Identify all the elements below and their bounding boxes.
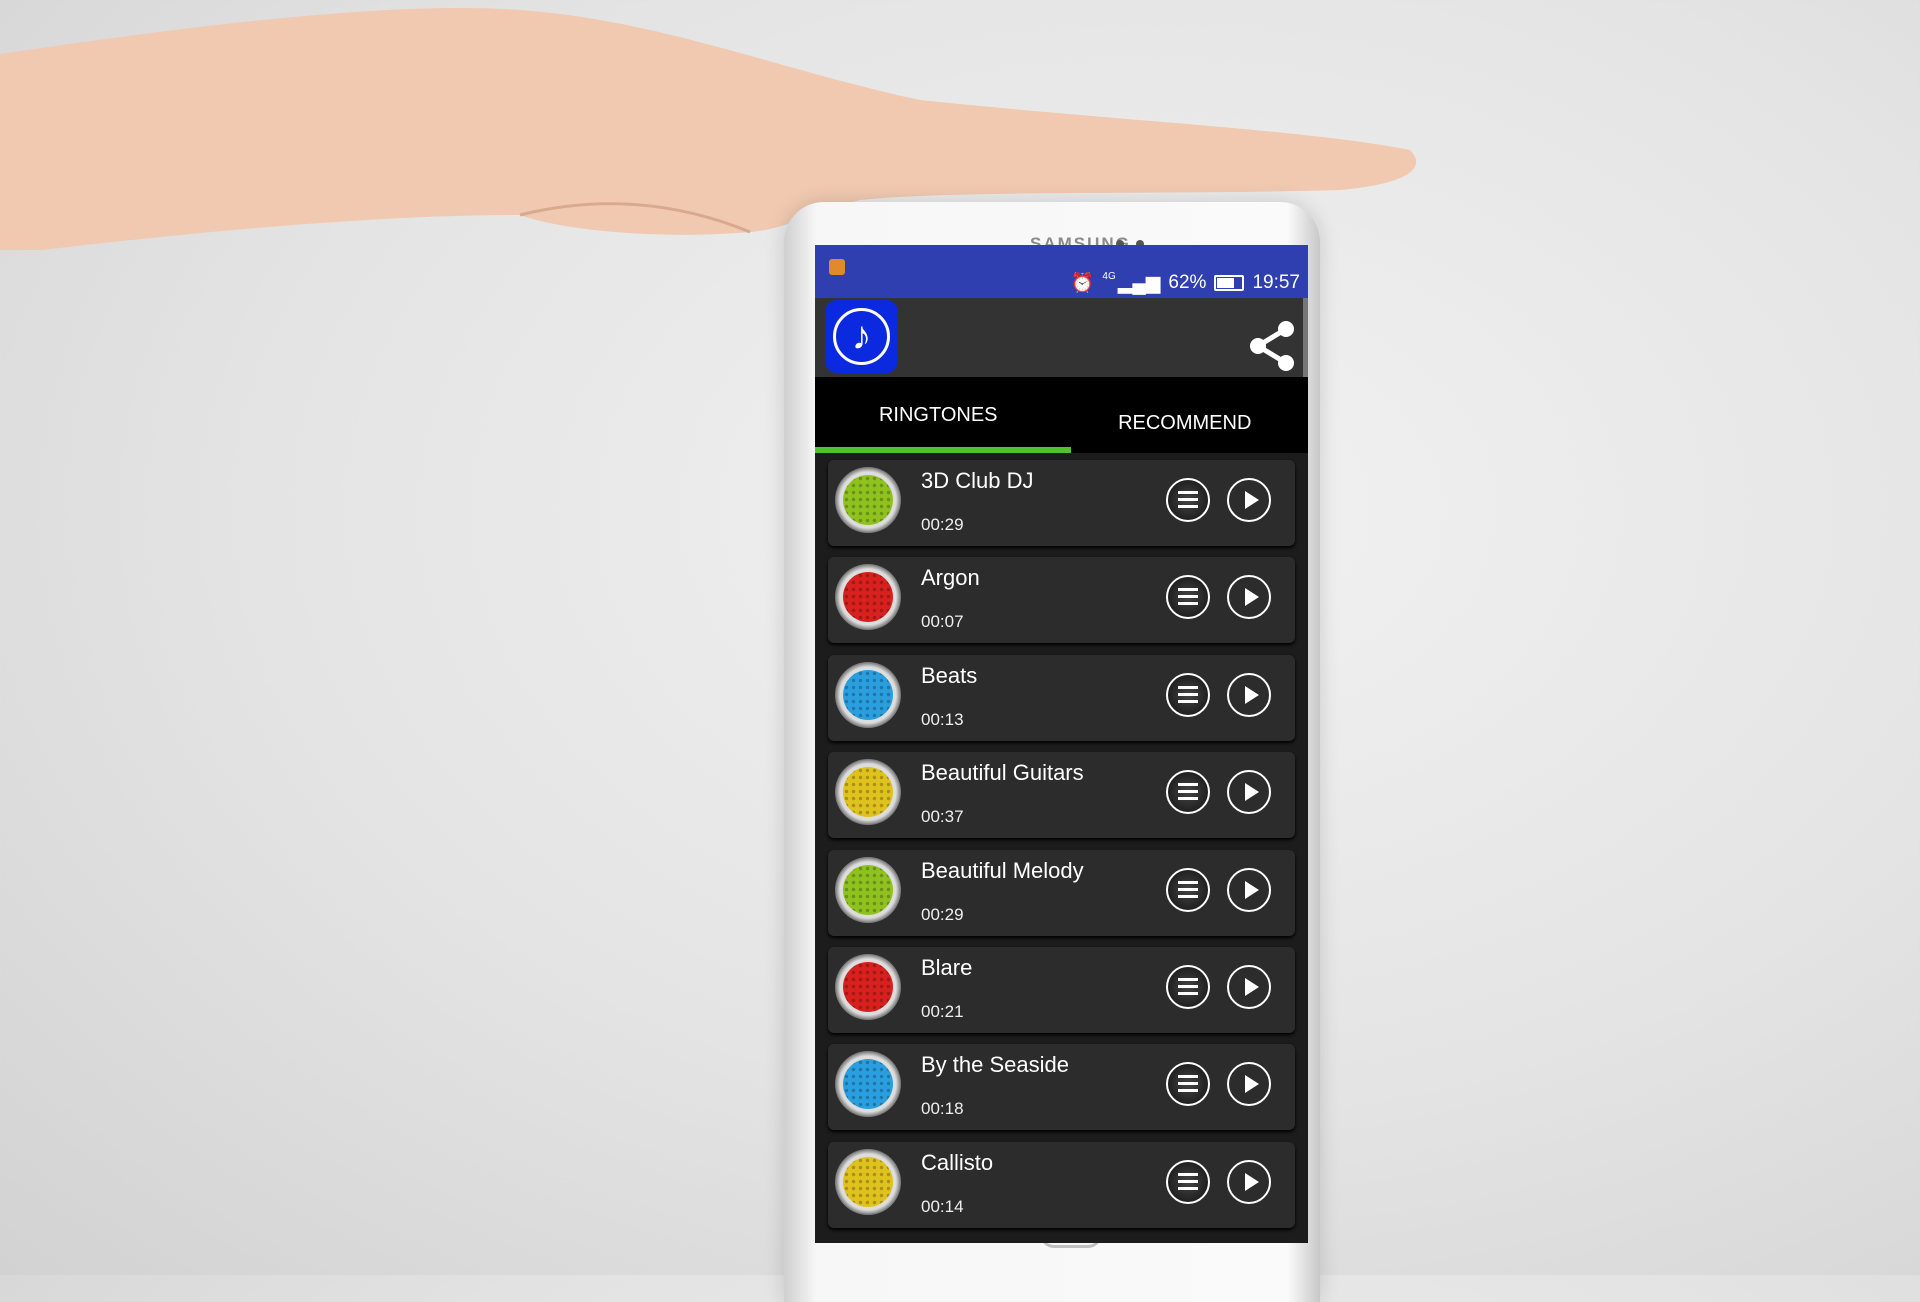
- play-icon: [1245, 978, 1259, 996]
- status-bar: ⏰ 4G ▂▄▆ 62% 19:57: [815, 245, 1308, 298]
- ringtone-disc-icon: [835, 759, 901, 826]
- menu-button[interactable]: [1166, 478, 1210, 522]
- play-icon: [1245, 588, 1259, 607]
- play-button[interactable]: [1227, 770, 1271, 815]
- ringtone-duration: 00:21: [921, 1002, 964, 1021]
- play-button[interactable]: [1227, 478, 1271, 522]
- ringtone-disc-icon: [835, 856, 901, 923]
- ringtone-disc-icon: [835, 954, 901, 1020]
- menu-button[interactable]: [1166, 770, 1210, 815]
- ringtone-title: Beats: [921, 662, 978, 688]
- ringtone-row[interactable]: By the Seaside 00:18: [828, 1044, 1295, 1131]
- ringtone-row[interactable]: Argon 00:07: [828, 557, 1295, 644]
- play-button[interactable]: [1227, 672, 1271, 717]
- ringtone-title: Callisto: [921, 1149, 994, 1175]
- menu-button[interactable]: [1166, 1062, 1210, 1107]
- network-type: 4G: [1102, 271, 1116, 282]
- ringtone-title: Blare: [921, 955, 973, 980]
- menu-button[interactable]: [1166, 672, 1210, 717]
- ringtone-duration: 00:07: [921, 612, 964, 632]
- play-icon: [1245, 1075, 1259, 1094]
- ringtone-title: Beautiful Melody: [921, 857, 1084, 883]
- ringtone-row[interactable]: Beautiful Guitars 00:37: [828, 752, 1295, 839]
- ringtone-duration: 00:29: [921, 515, 964, 534]
- play-icon: [1245, 1172, 1259, 1191]
- tab-ringtones[interactable]: RINGTONES: [815, 377, 1062, 453]
- ringtone-disc-icon: [835, 661, 901, 728]
- ringtone-title: 3D Club DJ: [921, 468, 1034, 493]
- ringtone-row[interactable]: Beautiful Melody 00:29: [828, 849, 1295, 936]
- play-icon: [1245, 685, 1259, 704]
- ringtone-duration: 00:29: [921, 904, 964, 924]
- menu-button[interactable]: [1166, 965, 1210, 1009]
- ringtone-disc-icon: [835, 1051, 901, 1118]
- play-icon: [1245, 491, 1259, 509]
- tab-recommend[interactable]: RECOMMEND: [1062, 385, 1309, 461]
- ringtone-title: By the Seaside: [921, 1052, 1069, 1078]
- share-icon[interactable]: [1248, 320, 1296, 372]
- ringtone-title: Beautiful Guitars: [921, 760, 1084, 786]
- app-screen: ⏰ 4G ▂▄▆ 62% 19:57 ♪ RINGTONES RECOMMEND…: [815, 245, 1308, 1243]
- ringtone-disc-icon: [835, 467, 901, 533]
- app-logo: ♪: [825, 300, 898, 373]
- play-icon: [1245, 880, 1259, 899]
- play-button[interactable]: [1227, 1159, 1271, 1204]
- battery-percent: 62%: [1168, 272, 1207, 293]
- tab-bar: RINGTONES RECOMMEND: [815, 377, 1308, 453]
- ringtone-row[interactable]: Blare 00:21: [828, 947, 1295, 1033]
- ringtone-row[interactable]: Callisto 00:14: [828, 1141, 1295, 1228]
- play-button[interactable]: [1227, 1062, 1271, 1107]
- music-note-icon: ♪: [833, 308, 890, 365]
- notification-app-icon: [829, 259, 845, 275]
- active-tab-indicator: [815, 447, 1071, 453]
- play-button[interactable]: [1227, 965, 1271, 1009]
- ringtone-duration: 00:18: [921, 1099, 964, 1119]
- clock: 19:57: [1252, 272, 1300, 293]
- play-button[interactable]: [1227, 867, 1271, 912]
- ringtone-duration: 00:37: [921, 807, 964, 827]
- battery-icon: [1214, 275, 1245, 291]
- ringtone-row[interactable]: 3D Club DJ 00:29: [828, 460, 1295, 546]
- ringtone-disc-icon: [835, 1148, 901, 1215]
- ringtone-duration: 00:14: [921, 1196, 964, 1216]
- menu-button[interactable]: [1166, 1159, 1210, 1204]
- play-button[interactable]: [1227, 575, 1271, 620]
- alarm-icon: ⏰: [1070, 273, 1095, 294]
- play-icon: [1245, 783, 1259, 802]
- ringtone-disc-icon: [835, 564, 901, 631]
- ringtone-duration: 00:13: [921, 709, 964, 729]
- ringtone-row[interactable]: Beats 00:13: [828, 654, 1295, 741]
- menu-button[interactable]: [1166, 867, 1210, 912]
- signal-icon: ▂▄▆: [1117, 272, 1161, 294]
- ringtone-title: Argon: [921, 565, 980, 591]
- menu-button[interactable]: [1166, 575, 1210, 620]
- app-header: ♪: [815, 298, 1308, 377]
- scrollbar[interactable]: [1303, 298, 1308, 378]
